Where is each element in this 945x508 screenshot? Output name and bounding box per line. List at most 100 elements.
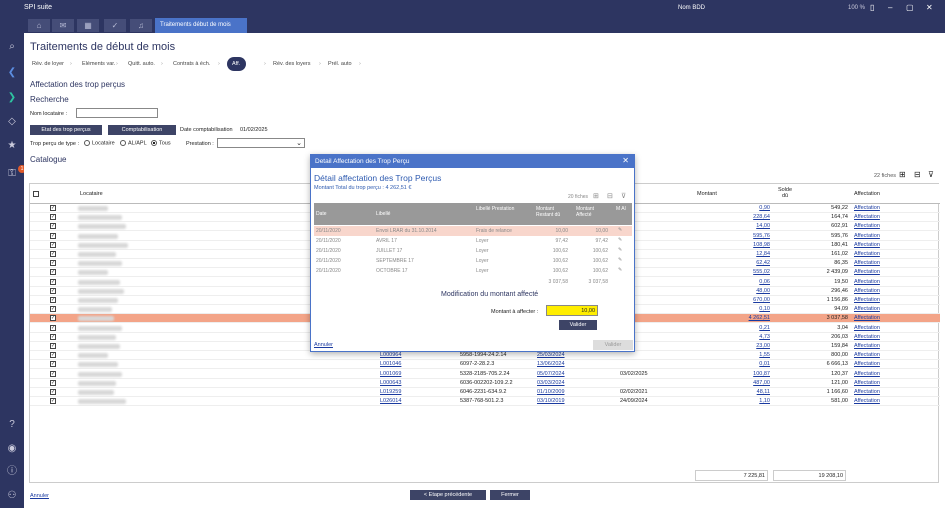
modal-valider2-button[interactable]: Valider: [593, 340, 633, 350]
modal-filter-icon[interactable]: ⊽: [621, 192, 626, 200]
step-prel[interactable]: Prél. auto: [328, 61, 352, 67]
montant-link[interactable]: 670,00: [710, 297, 770, 303]
row-checkbox[interactable]: ✓: [50, 361, 56, 368]
chevron-right-icon[interactable]: ❯: [6, 92, 18, 104]
row-checkbox[interactable]: ✓: [50, 205, 56, 211]
step-rev-loyer[interactable]: Rév. de loyer: [32, 61, 64, 67]
montant-link[interactable]: 48,00: [710, 288, 770, 294]
col-montant[interactable]: Montant: [697, 191, 717, 197]
montant-link[interactable]: 100,87: [710, 371, 770, 377]
affectation-link[interactable]: Affectation: [854, 214, 880, 220]
row-checkbox[interactable]: ✓: [50, 251, 56, 257]
table-row[interactable]: ✓ L001046 6097-2-28.2.3 13/06/2024 0,01 6 666…: [30, 360, 940, 370]
row-checkbox[interactable]: ✓: [50, 370, 56, 377]
affectation-link[interactable]: Affectation: [854, 389, 880, 395]
help-icon[interactable]: ?: [6, 419, 18, 431]
search-icon[interactable]: ⌕: [6, 41, 18, 53]
ref-link[interactable]: L001069: [380, 371, 401, 377]
affectation-link[interactable]: Affectation: [854, 352, 880, 358]
edit-icon[interactable]: ✎: [618, 257, 622, 263]
modal-row[interactable]: 20/11/2020 AVRIL 17 Loyer 97,42 97,42 ✎: [314, 236, 632, 246]
col-solde[interactable]: Solde dû: [775, 187, 795, 199]
affectation-link[interactable]: Affectation: [854, 288, 880, 294]
calendar-icon[interactable]: ▦: [77, 19, 99, 32]
user-icon[interactable]: ⚇: [6, 490, 18, 502]
affectation-link[interactable]: Affectation: [854, 343, 880, 349]
row-checkbox[interactable]: ✓: [50, 260, 56, 267]
montant-link[interactable]: 228,64: [710, 214, 770, 220]
modal-excel-icon[interactable]: ⊞: [593, 192, 599, 200]
row-checkbox[interactable]: ✓: [50, 333, 56, 340]
etat-button[interactable]: Etat des trop perçus: [30, 125, 102, 135]
montant-link[interactable]: 23,00: [710, 343, 770, 349]
montant-link[interactable]: 1,10: [710, 398, 770, 404]
maximize-icon[interactable]: ▢: [906, 3, 914, 12]
minimize-icon[interactable]: –: [888, 3, 892, 12]
modal-valider-button[interactable]: Valider: [559, 320, 597, 330]
step-elements[interactable]: Eléments var.: [82, 61, 115, 67]
check-icon[interactable]: ✓: [104, 19, 126, 32]
shield-icon[interactable]: ◉: [6, 443, 18, 455]
tab-traitements[interactable]: Traitements début de mois: [155, 18, 247, 33]
row-checkbox[interactable]: ✓: [50, 241, 56, 248]
star-icon[interactable]: ★: [6, 140, 18, 152]
annuler-link[interactable]: Annuler: [30, 493, 49, 499]
table-row[interactable]: ✓ L000964 5958-1994-24.2.14 25/03/2024 1,55 8…: [30, 351, 940, 361]
mail-icon[interactable]: ✉: [52, 19, 74, 32]
affectation-link[interactable]: Affectation: [854, 251, 880, 257]
row-checkbox[interactable]: ✓: [50, 223, 56, 230]
edit-icon[interactable]: ✎: [618, 267, 622, 273]
chevron-left-icon[interactable]: ❮: [6, 67, 18, 79]
modal-export-icon[interactable]: ⊟: [607, 192, 613, 200]
step-rev-loyers[interactable]: Rév. des loyers: [273, 61, 311, 67]
table-row[interactable]: ✓ L000643 6036-002202-109.2.2 03/03/2024 487…: [30, 379, 940, 388]
step-aff-tp[interactable]: Aff. des TP: [227, 57, 246, 95]
montant-link[interactable]: 0,21: [710, 325, 770, 331]
close-button[interactable]: Fermer: [490, 490, 530, 500]
montant-link[interactable]: 595,76: [710, 233, 770, 239]
date-link[interactable]: 01/10/2009: [537, 389, 565, 395]
radio-al[interactable]: AL/APL: [120, 140, 147, 146]
date-link[interactable]: 05/07/2024: [537, 371, 565, 377]
affectation-link[interactable]: Affectation: [854, 242, 880, 248]
bell-icon[interactable]: ♫: [130, 19, 152, 32]
ref-link[interactable]: L019259: [380, 389, 401, 395]
montant-input[interactable]: 10,00: [546, 305, 598, 316]
montant-link[interactable]: 0,90: [710, 205, 770, 211]
info-icon[interactable]: ⓘ: [6, 466, 18, 478]
close-icon[interactable]: ✕: [926, 3, 933, 12]
row-checkbox[interactable]: ✓: [50, 269, 56, 276]
montant-link[interactable]: 4 262,51: [710, 315, 770, 321]
affectation-link[interactable]: Affectation: [854, 371, 880, 377]
modal-row[interactable]: 20/11/2020 OCTOBRE 17 Loyer 100,62 100,62 ✎: [314, 266, 632, 276]
affectation-link[interactable]: Affectation: [854, 260, 880, 266]
montant-link[interactable]: 487,00: [710, 380, 770, 386]
montant-link[interactable]: 62,42: [710, 260, 770, 266]
row-checkbox[interactable]: ✓: [50, 214, 56, 221]
affectation-link[interactable]: Affectation: [854, 334, 880, 340]
code-icon[interactable]: ◇: [6, 116, 18, 128]
affectation-link[interactable]: Affectation: [854, 361, 880, 367]
montant-link[interactable]: 4,73: [710, 334, 770, 340]
ref-link[interactable]: L001046: [380, 361, 401, 367]
row-checkbox[interactable]: ✓: [50, 232, 56, 239]
date-link[interactable]: 03/10/2019: [537, 398, 565, 404]
affectation-link[interactable]: Affectation: [854, 315, 880, 321]
compta-button[interactable]: Comptabilisation: [108, 125, 176, 135]
affectation-link[interactable]: Affectation: [854, 205, 880, 211]
montant-link[interactable]: 0,10: [710, 306, 770, 312]
excel-icon[interactable]: ⊞: [899, 170, 906, 179]
affectation-link[interactable]: Affectation: [854, 398, 880, 404]
row-checkbox[interactable]: ✓: [50, 287, 56, 294]
lock-icon[interactable]: ⚿ 1: [6, 165, 26, 180]
export-icon[interactable]: ⊟: [914, 170, 921, 179]
filter-icon[interactable]: ⊽: [928, 170, 934, 179]
modal-annuler-link[interactable]: Annuler: [314, 342, 333, 348]
affectation-link[interactable]: Affectation: [854, 233, 880, 239]
modal-row[interactable]: 20/11/2020 JUILLET 17 Loyer 100,62 100,62 ✎: [314, 246, 632, 256]
modal-row[interactable]: 20/11/2020 SEPTEMBRE 17 Loyer 100,62 100,62 ✎: [314, 256, 632, 266]
montant-link[interactable]: 0,06: [710, 279, 770, 285]
table-row[interactable]: ✓ L001069 5328-2185-705.2.24 05/07/2024 03/0…: [30, 370, 940, 379]
row-checkbox[interactable]: ✓: [50, 297, 56, 303]
col-locataire[interactable]: Locataire: [80, 191, 103, 197]
